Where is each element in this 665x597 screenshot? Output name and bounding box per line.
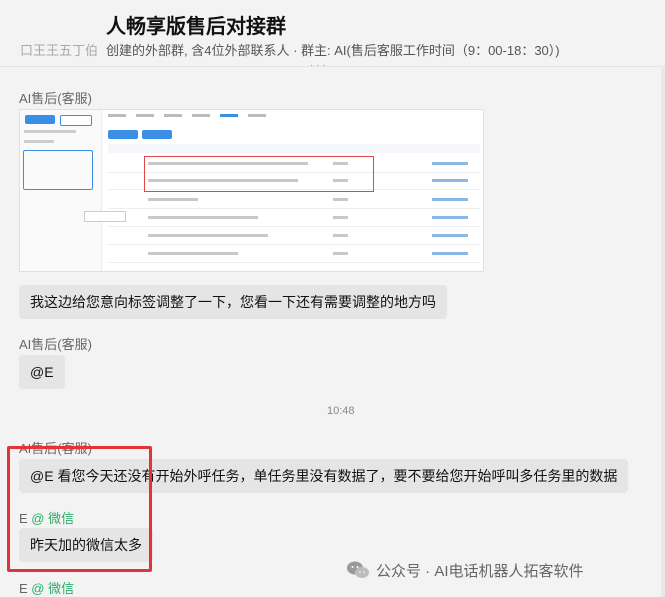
message-sender: AI售后(客服) xyxy=(19,337,92,352)
watermark-text: 公众号 · AI电话机器人拓客软件 xyxy=(376,563,584,580)
sender-name: E xyxy=(19,581,28,596)
group-title[interactable]: 人畅享版售后对接群 xyxy=(106,10,286,39)
image-sidebar xyxy=(20,110,102,271)
ghost-top-mark: · · · xyxy=(310,60,326,71)
timestamp: 10:48 xyxy=(327,405,355,417)
image-line xyxy=(24,140,54,143)
wechat-logo-icon xyxy=(347,561,369,578)
scrollbar[interactable] xyxy=(661,66,665,597)
image-table-header xyxy=(108,144,480,153)
message-image[interactable] xyxy=(19,109,484,272)
image-tooltip xyxy=(84,211,126,222)
image-selected-card xyxy=(23,150,93,190)
message-sender: AI售后(客服) xyxy=(19,91,92,106)
image-button xyxy=(25,115,55,124)
image-button xyxy=(142,130,172,139)
chat-header: 口王王五丁伯 人畅享版售后对接群 创建的外部群, 含4位外部联系人 · 群主: … xyxy=(0,0,665,67)
image-table-row xyxy=(108,192,480,209)
image-line xyxy=(24,130,76,133)
ghost-text: 口王王五丁伯 xyxy=(20,43,99,58)
image-table-row xyxy=(108,228,480,245)
highlight-box xyxy=(7,446,152,572)
message-bubble[interactable]: 我这边给您意向标签调整了一下，您看一下还有需要调整的地方吗 xyxy=(19,285,447,319)
image-highlight-box xyxy=(144,156,374,192)
image-table-row xyxy=(108,246,480,263)
image-button xyxy=(108,130,138,139)
message-sender: E @ 微信 xyxy=(19,578,74,597)
message-bubble[interactable]: @E xyxy=(19,355,65,389)
image-button xyxy=(60,115,92,126)
sender-source: @ 微信 xyxy=(31,581,75,596)
group-subtitle: 创建的外部群, 含4位外部联系人 · 群主: AI(售后客服工作时间（9：00-… xyxy=(106,43,560,58)
image-table-row xyxy=(108,210,480,227)
